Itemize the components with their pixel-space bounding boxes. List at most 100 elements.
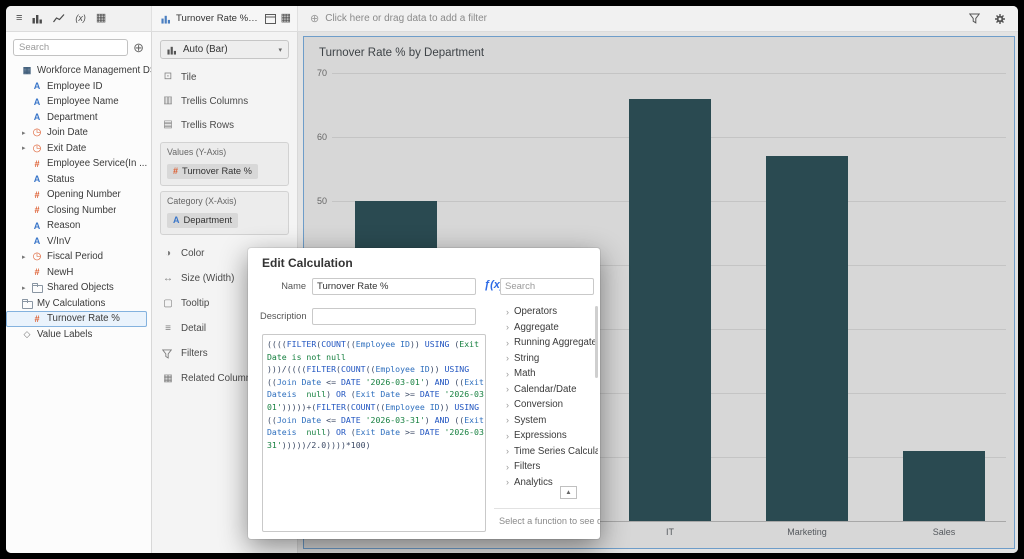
field-item[interactable]: # Employee Service(In ... [6,156,151,172]
function-category[interactable]: › Time Series Calculation [506,444,598,460]
field-item[interactable]: A Reason [6,218,151,234]
function-category[interactable]: › Conversion [506,397,598,413]
formula-segment: null [306,389,327,400]
field-item[interactable]: ◇ Value Labels [6,327,151,343]
field-item[interactable]: ▦ Workforce Management DS [6,63,151,79]
expand-caret-icon[interactable]: ▸ [22,284,26,292]
measure-icon: # [34,313,40,324]
function-category[interactable]: › Calendar/Date [506,382,598,398]
field-label: Employee Name [47,96,119,108]
category-axis-pill[interactable]: A Department [167,212,239,228]
filter-funnel-icon[interactable] [969,13,980,24]
field-item[interactable]: My Calculations [6,296,151,312]
formula-segment: ) [424,414,435,425]
field-item[interactable]: A Status [6,172,151,188]
chart-type-bar-icon [167,45,177,55]
trellis_columns-icon: ▥ [163,95,173,106]
grammar-rows: ⊡ Tile ▥ Trellis Columns ▤ Trellis Rows [152,65,297,137]
function-category[interactable]: › Running Aggregate [506,335,598,351]
formula-segment: Dateis [267,427,297,438]
canvas-icon[interactable] [264,13,276,24]
values-axis-pill[interactable]: # Turnover Rate % [167,163,258,179]
field-item[interactable]: # Turnover Rate % [6,311,147,327]
search-input[interactable] [13,39,129,56]
field-label: My Calculations [37,297,106,309]
function-category-label: System [514,414,547,426]
data-search-row: ⊕ [6,32,151,61]
field-item[interactable]: ▸ Shared Objects [6,280,151,296]
bar[interactable] [629,98,711,521]
gridline [332,73,1006,74]
formula-segment: 01' [267,401,282,412]
clock-icon: ◷ [32,127,42,139]
viz-tab-chart-icon [161,14,171,24]
add-filter-icon[interactable]: ⊕ [310,12,319,25]
add-data-icon[interactable]: ⊕ [133,41,144,54]
formula-segment: )))))/2.0))))*100) [281,439,371,450]
formula-segment: COUNT [340,364,366,375]
formula-segment: Employee ID [375,364,430,375]
field-item[interactable]: ▸ ◷ Exit Date [6,141,151,157]
viz-tab[interactable]: Turnover Rate % by... ▦ [152,6,298,31]
function-category[interactable]: › Filters [506,459,598,475]
bar[interactable] [903,450,985,521]
line-chart-icon[interactable] [53,13,65,24]
viz-setting-trellis-rows[interactable]: ▤ Trellis Rows [152,113,297,137]
field-label: Employee ID [47,80,103,92]
field-item[interactable]: ▸ ◷ Join Date [6,125,151,141]
expand-caret-icon[interactable]: ▸ [22,144,26,152]
function-search-input[interactable] [500,278,594,295]
formula-segment: DATE [419,427,440,438]
viz-setting-trellis-columns[interactable]: ▥ Trellis Columns [152,89,297,113]
field-label: Turnover Rate % [47,313,120,325]
menu-icon[interactable]: ≡ [16,13,22,24]
formula-editor[interactable]: ((((FILTER(COUNT((Employee ID)) USING (E… [262,334,486,532]
field-item[interactable]: A Employee Name [6,94,151,110]
layout-grid-icon[interactable]: ▦ [281,13,291,24]
function-category-label: Operators [514,306,558,318]
formula-segment: (( [449,376,465,387]
app-window: ≡ (x) ▦ Turnover Rate % by... ▦ ⊕ Click … [6,6,1018,553]
category-axis-box[interactable]: Category (X-Axis) A Department [160,191,289,235]
function-category[interactable]: › String [506,351,598,367]
formula-segment: DATE [340,414,361,425]
function-category[interactable]: › Analytics [506,475,598,491]
field-item[interactable]: A V/InV [6,234,151,250]
description-input[interactable] [312,308,476,325]
data-panel: ⊕ ▦Workforce Management DS A Employee ID AE… [6,32,152,553]
gear-icon[interactable] [994,13,1006,25]
values-axis-label: Values (Y-Axis) [167,147,227,157]
values-axis-box[interactable]: Values (Y-Axis) # Turnover Rate % [160,142,289,186]
grid-view-icon[interactable]: ▦ [96,13,106,24]
scroll-up-button[interactable]: ▲ [560,486,577,499]
formula-line: ((Join Date <= DATE '2026-03-01') AND ((… [267,376,484,389]
field-item[interactable]: ▸ ◷ Fiscal Period [6,249,151,265]
viz-setting-tile[interactable]: ⊡ Tile [152,65,297,89]
formula-segment [297,389,307,399]
chart-type-selector[interactable]: Auto (Bar) ▾ [160,40,289,59]
expand-caret-icon[interactable]: ▸ [22,129,26,137]
field-item[interactable]: # Opening Number [6,187,151,203]
function-list-scrollbar[interactable] [595,306,598,378]
bar[interactable] [766,156,848,521]
field-item[interactable]: # NewH [6,265,151,281]
filter-bar[interactable]: ⊕ Click here or drag data to add a filte… [298,6,1018,31]
formula-segment: AND [434,414,450,425]
function-category[interactable]: › System [506,413,598,429]
function-category[interactable]: › Math [506,366,598,382]
bar-chart-icon[interactable] [32,13,43,24]
formula-segment: AND [434,376,450,387]
expand-caret-icon[interactable]: ▸ [22,253,26,261]
measure-icon: # [34,205,40,216]
function-category[interactable]: › Operators [506,304,598,320]
calculation-name-input[interactable] [312,278,476,295]
category-axis-pill-label: Department [183,215,233,225]
function-category[interactable]: › Aggregate [506,320,598,336]
field-item[interactable]: A Employee ID [6,79,151,95]
field-item[interactable]: # Closing Number [6,203,151,219]
field-item[interactable]: A Department [6,110,151,126]
function-icon[interactable]: (x) [75,14,86,23]
attribute-icon: A [33,81,41,92]
function-category[interactable]: › Expressions [506,428,598,444]
category-axis-label: Category (X-Axis) [167,196,237,206]
